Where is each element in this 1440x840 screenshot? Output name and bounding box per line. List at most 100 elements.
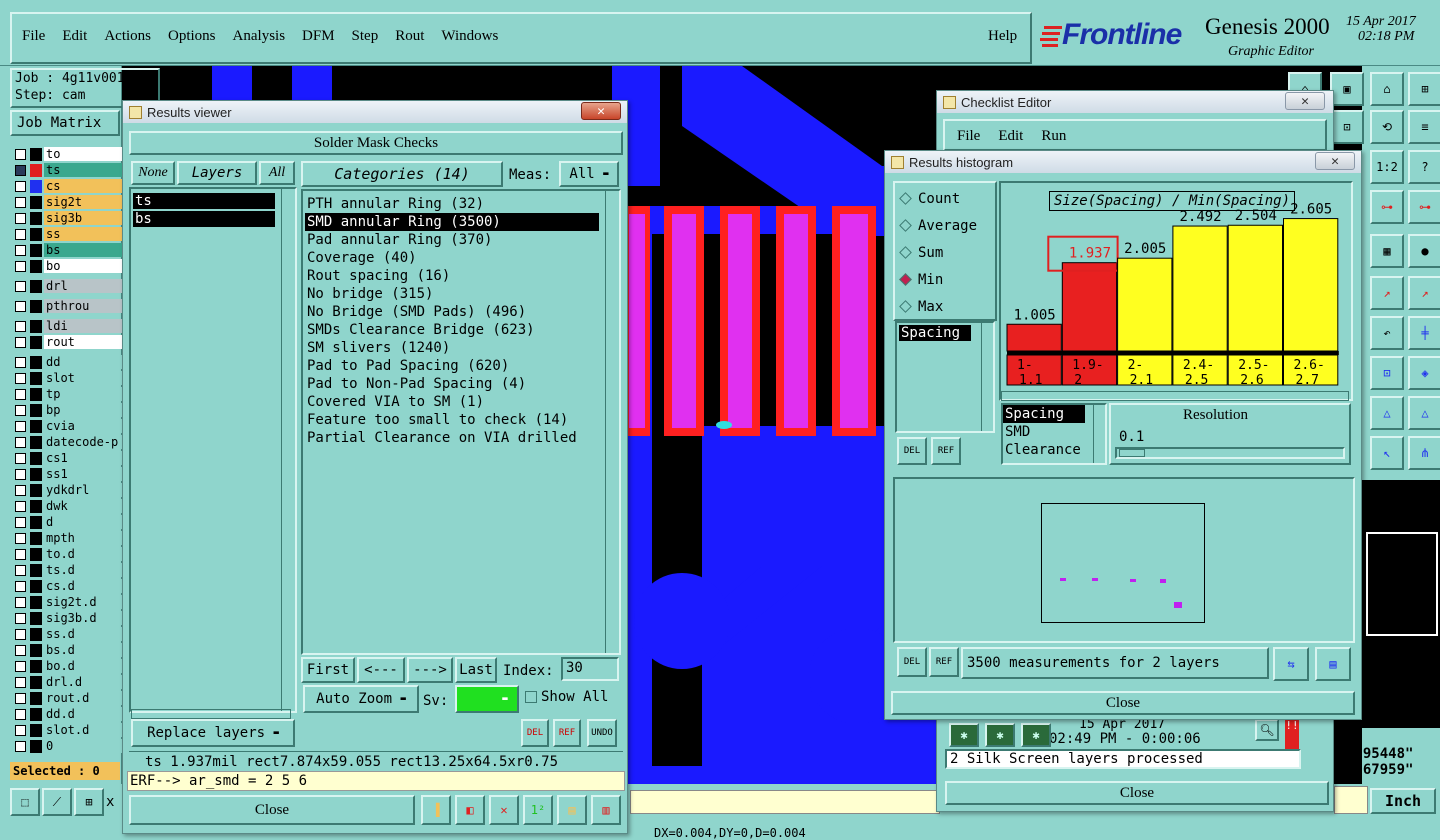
none-button[interactable]: None (131, 161, 175, 185)
menu-edit[interactable]: Edit (62, 28, 87, 45)
run-icon[interactable]: ✱ (949, 723, 979, 747)
undo-arrow-icon[interactable]: ↶ (1370, 316, 1404, 350)
menu-step[interactable]: Step (352, 28, 379, 45)
layer-checkbox[interactable] (15, 260, 26, 272)
layer-checkbox[interactable] (15, 468, 26, 480)
numbers-icon[interactable]: 1² (523, 795, 553, 825)
menu-analysis[interactable]: Analysis (233, 28, 286, 45)
h-scrollbar[interactable] (131, 709, 291, 719)
split-icon[interactable]: ╪ (1408, 316, 1440, 350)
layer-row[interactable]: cs1 (12, 450, 122, 466)
frame-icon[interactable]: ⊡ (1370, 356, 1404, 390)
layer-row[interactable]: sig2t.d (12, 594, 122, 610)
zoom-icon[interactable]: 🔍︎ (1255, 719, 1279, 741)
histogram-bar[interactable] (1172, 225, 1228, 352)
help-menu[interactable]: Help (988, 28, 1017, 45)
ref-icon[interactable]: REF (929, 647, 959, 677)
layer-checkbox[interactable] (15, 244, 26, 256)
layer-checkbox[interactable] (15, 692, 26, 704)
layer-row[interactable]: slot (12, 370, 122, 386)
run-all-icon[interactable]: ✱ (985, 723, 1015, 747)
layer-row[interactable]: tp (12, 386, 122, 402)
layer-row[interactable]: ss1 (12, 466, 122, 482)
save-icon[interactable]: ▣ (1330, 72, 1364, 106)
menu-actions[interactable]: Actions (104, 28, 151, 45)
triangle2-icon[interactable]: △ (1408, 396, 1440, 430)
layer-row[interactable]: bo (12, 258, 122, 274)
layer-checkbox[interactable] (15, 516, 26, 528)
field-item[interactable]: Clearance (1003, 441, 1085, 459)
first-button[interactable]: First (301, 657, 355, 683)
layer-checkbox[interactable] (15, 404, 26, 416)
layer-row[interactable]: slot.d (12, 722, 122, 738)
flag-icon[interactable]: ▐ (421, 795, 451, 825)
layer-row[interactable]: mpth (12, 530, 122, 546)
help-icon[interactable]: ? (1408, 150, 1440, 184)
layer-checkbox[interactable] (15, 372, 26, 384)
index-input[interactable]: 30 (561, 657, 619, 681)
report-icon[interactable]: ◧ (455, 795, 485, 825)
layer-checkbox[interactable] (15, 388, 26, 400)
results-close-x[interactable]: ✕ (581, 102, 621, 120)
checklist-close-button[interactable]: Close (945, 781, 1329, 805)
one-to-two-icon[interactable]: 1:2 (1370, 150, 1404, 184)
layer-row[interactable]: sig3b (12, 210, 122, 226)
export-icon[interactable]: ⇆ (1273, 647, 1309, 681)
scrollbar[interactable] (981, 323, 993, 431)
layer-checkbox[interactable] (15, 148, 26, 160)
layer-row[interactable]: ts.d (12, 562, 122, 578)
layer-checkbox[interactable] (15, 628, 26, 640)
layer-checkbox[interactable] (15, 280, 26, 292)
histogram-bar[interactable] (1283, 218, 1339, 352)
layer-checkbox[interactable] (15, 660, 26, 672)
checklist-close-x[interactable]: ✕ (1285, 92, 1325, 110)
category-item[interactable]: Rout spacing (16) (305, 267, 599, 285)
result-layer-item[interactable]: ts (133, 193, 275, 209)
layer-row[interactable]: rout (12, 334, 122, 350)
layer-row[interactable]: cs (12, 178, 122, 194)
prev-button[interactable]: <--- (357, 657, 405, 683)
result-layer-item[interactable]: bs (133, 211, 275, 227)
layer-row[interactable]: ss (12, 226, 122, 242)
ref-icon[interactable]: REF (553, 719, 581, 747)
zoom-area-icon[interactable]: ⬚ (10, 788, 40, 816)
categories-button[interactable]: Categories (14) (301, 161, 503, 187)
layer-row[interactable]: cs.d (12, 578, 122, 594)
menu-dfm[interactable]: DFM (302, 28, 335, 45)
layer-checkbox[interactable] (15, 708, 26, 720)
mode-count-radio[interactable]: Count (895, 185, 995, 212)
crossed-icon[interactable]: ✕ (489, 795, 519, 825)
histogram-bar[interactable] (1061, 262, 1118, 352)
flow-icon[interactable]: ⋔ (1408, 436, 1440, 470)
mode-average-radio[interactable]: Average (895, 212, 995, 239)
mode-min-radio[interactable]: Min (895, 266, 995, 293)
del-icon[interactable]: DEL (897, 647, 927, 677)
stop-icon[interactable]: ✱ (1021, 723, 1051, 747)
graph-icon[interactable]: ▤ (1315, 647, 1351, 681)
layer-checkbox[interactable] (15, 300, 26, 312)
network2-icon[interactable]: ⊶ (1408, 190, 1440, 224)
measure-icon[interactable]: ⟋ (42, 788, 72, 816)
dot-icon[interactable]: ● (1408, 234, 1440, 268)
auto-zoom-dropdown[interactable]: Auto Zoom ▬ (303, 685, 419, 713)
layer-row[interactable]: dwk (12, 498, 122, 514)
layer-row[interactable]: dd (12, 354, 122, 370)
category-item[interactable]: Partial Clearance on VIA drilled (305, 429, 599, 447)
category-item[interactable]: SMD annular Ring (3500) (305, 213, 599, 231)
menu-rout[interactable]: Rout (395, 28, 424, 45)
scrollbar[interactable] (1093, 405, 1105, 463)
layer-checkbox[interactable] (15, 164, 26, 176)
category-item[interactable]: Pad annular Ring (370) (305, 231, 599, 249)
category-item[interactable]: PTH annular Ring (32) (305, 195, 599, 213)
next-button[interactable]: ---> (407, 657, 453, 683)
layer-row[interactable]: ldi (12, 318, 122, 334)
layer-row[interactable]: pthrou (12, 298, 122, 314)
last-button[interactable]: Last (455, 657, 497, 683)
snapshot-icon[interactable]: ⊡ (1330, 110, 1364, 144)
home-icon[interactable]: ⌂ (1370, 72, 1404, 106)
category-item[interactable]: SM slivers (1240) (305, 339, 599, 357)
layer-row[interactable]: cvia (12, 418, 122, 434)
layer-row[interactable]: to.d (12, 546, 122, 562)
category-item[interactable]: Pad to Pad Spacing (620) (305, 357, 599, 375)
histogram-close-x[interactable]: ✕ (1315, 152, 1355, 170)
